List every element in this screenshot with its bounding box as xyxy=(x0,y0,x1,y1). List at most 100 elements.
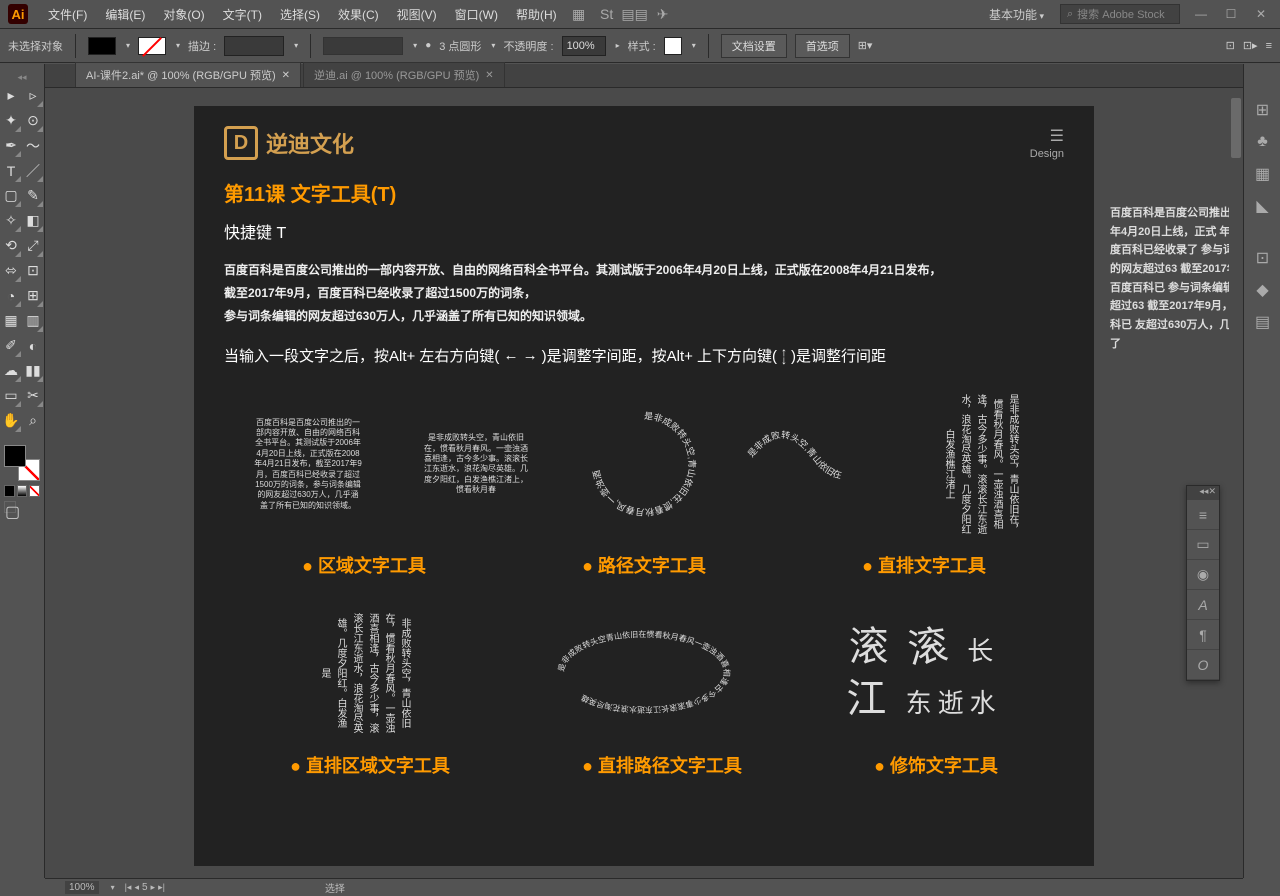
stroke-weight-input[interactable] xyxy=(224,36,284,56)
character-panel-icon[interactable]: A xyxy=(1187,590,1219,620)
panel-collapse-icon[interactable]: ◂◂ xyxy=(1199,486,1208,500)
prev-artboard-button[interactable]: ◂ xyxy=(134,882,139,893)
eyedropper-tool[interactable]: ✐ xyxy=(0,333,22,358)
zoom-tool[interactable]: ⌕ xyxy=(22,408,44,433)
brushes-panel-icon[interactable]: ⊡ xyxy=(1244,242,1280,274)
next-artboard-button[interactable]: ▸ xyxy=(151,882,156,893)
paragraph-panel-icon[interactable]: ≡ xyxy=(1187,500,1219,530)
swatches-panel-icon[interactable]: ◣ xyxy=(1244,190,1280,222)
transform-icon[interactable]: ⊡ xyxy=(1226,39,1235,52)
free-transform-tool[interactable]: ⊡ xyxy=(22,258,44,283)
document-tab-active[interactable]: AI-课件2.ai* @ 100% (RGB/GPU 预览) ✕ xyxy=(75,62,301,87)
stock-search[interactable]: 搜索 Adobe Stock xyxy=(1060,4,1180,24)
brush-icon[interactable] xyxy=(323,37,403,55)
stock-icon[interactable]: St xyxy=(597,4,617,24)
gradient-tool[interactable]: ▥ xyxy=(22,308,44,333)
workspace-dropdown[interactable]: 基本功能 xyxy=(981,4,1052,25)
panel-close-icon[interactable]: ✕ xyxy=(1208,486,1216,500)
lasso-tool[interactable]: ⊙ xyxy=(22,108,44,133)
screen-mode-icon[interactable]: ▢ xyxy=(4,501,16,513)
artboard-tool[interactable]: ▭ xyxy=(0,383,22,408)
doc-setup-button[interactable]: 文档设置 xyxy=(721,34,787,58)
vertical-area-sample: 非成败转头空，青山依旧在，惯看秋月春风。一壶浊酒喜相逢，古今多少事，滚滚长江东逝… xyxy=(316,613,412,733)
pathfinder-panel-icon[interactable]: ◉ xyxy=(1187,560,1219,590)
paragraph2-panel-icon[interactable]: ¶ xyxy=(1187,620,1219,650)
paintbrush-tool[interactable]: ✎ xyxy=(22,183,44,208)
zoom-level[interactable]: 100% xyxy=(65,881,99,894)
direct-selection-tool[interactable]: ▹ xyxy=(22,83,44,108)
gpu-icon[interactable]: ✈ xyxy=(653,4,673,24)
menu-window[interactable]: 窗口(W) xyxy=(447,2,506,27)
menu-object[interactable]: 对象(O) xyxy=(155,2,212,27)
width-tool[interactable]: ⬄ xyxy=(0,258,22,283)
libraries-panel-icon[interactable]: ♣ xyxy=(1244,126,1280,158)
tip-text: 当输入一段文字之后，按Alt+ 左右方向键( ← → )是调整字间距，按Alt+… xyxy=(224,345,1064,366)
gradient-mode-icon[interactable] xyxy=(17,485,28,497)
artboard-number[interactable]: 5 xyxy=(142,882,148,893)
stroke-swatch[interactable] xyxy=(138,37,166,55)
menu-view[interactable]: 视图(V) xyxy=(389,2,445,27)
layers-panel-icon[interactable]: ▤ xyxy=(1244,306,1280,338)
pen-tool[interactable]: ✒ xyxy=(0,133,22,158)
minimize-button[interactable]: — xyxy=(1190,6,1212,22)
slice-tool[interactable]: ✂ xyxy=(22,383,44,408)
prefs-button[interactable]: 首选项 xyxy=(795,34,850,58)
scale-tool[interactable]: ⤢ xyxy=(22,233,44,258)
eraser-tool[interactable]: ◧ xyxy=(22,208,44,233)
properties-panel-icon[interactable]: ⊞ xyxy=(1244,94,1280,126)
fill-stroke-swatches[interactable] xyxy=(4,445,40,481)
align-icon[interactable]: ⊞▾ xyxy=(858,39,873,52)
rotate-tool[interactable]: ⟲ xyxy=(0,233,22,258)
selection-tool[interactable]: ▸ xyxy=(0,83,22,108)
symbol-sprayer-tool[interactable]: ☁ xyxy=(0,358,22,383)
floating-panel[interactable]: ◂◂✕ ≡ ▭ ◉ A ¶ O xyxy=(1186,485,1220,681)
perspective-tool[interactable]: ⊞ xyxy=(22,283,44,308)
label-touch-type: 修饰文字工具 xyxy=(874,752,998,778)
graph-tool[interactable]: ▮▮ xyxy=(22,358,44,383)
first-artboard-button[interactable]: |◂ xyxy=(125,882,132,893)
label-area-type: 区域文字工具 xyxy=(302,552,426,578)
menu-edit[interactable]: 编辑(E) xyxy=(97,2,153,27)
maximize-button[interactable]: ☐ xyxy=(1220,6,1242,22)
arrange-icon[interactable]: ▤▤ xyxy=(625,4,645,24)
close-button[interactable]: ✕ xyxy=(1250,6,1272,22)
bridge-icon[interactable]: ▦ xyxy=(569,4,589,24)
opacity-input[interactable] xyxy=(562,36,606,56)
vertical-scrollbar[interactable] xyxy=(1229,88,1243,878)
shaper-tool[interactable]: ✧ xyxy=(0,208,22,233)
shape-builder-tool[interactable]: ◔ xyxy=(0,283,22,308)
logo: D 逆迪文化 xyxy=(224,126,354,160)
brush-profile[interactable]: 3 点圆形 xyxy=(439,38,481,54)
app-icon: Ai xyxy=(8,4,28,24)
symbols-panel-icon[interactable]: ◆ xyxy=(1244,274,1280,306)
none-mode-icon[interactable] xyxy=(29,485,40,497)
opentype-panel-icon[interactable]: O xyxy=(1187,650,1219,680)
curvature-tool[interactable]: ～ xyxy=(22,133,44,158)
artboard[interactable]: D 逆迪文化 Design 第11课 文字工具(T) 快捷键 T 百度百科是百度… xyxy=(194,106,1094,866)
mesh-tool[interactable]: ▦ xyxy=(0,308,22,333)
panel-menu-icon[interactable]: ≡ xyxy=(1266,40,1272,52)
isolate-icon[interactable]: ⊡▸ xyxy=(1243,39,1258,52)
menu-file[interactable]: 文件(F) xyxy=(40,2,95,27)
align-panel-icon[interactable]: ▭ xyxy=(1187,530,1219,560)
menu-effect[interactable]: 效果(C) xyxy=(330,2,387,27)
magic-wand-tool[interactable]: ✦ xyxy=(0,108,22,133)
menu-help[interactable]: 帮助(H) xyxy=(508,2,565,27)
menu-type[interactable]: 文字(T) xyxy=(215,2,270,27)
color-mode-icon[interactable] xyxy=(4,485,15,497)
tab-close-icon[interactable]: ✕ xyxy=(282,70,290,81)
hand-tool[interactable]: ✋ xyxy=(0,408,22,433)
blend-tool[interactable]: ◐ xyxy=(22,333,44,358)
line-tool[interactable]: ／ xyxy=(22,158,44,183)
document-tab-inactive[interactable]: 逆迪.ai @ 100% (RGB/GPU 预览) ✕ xyxy=(303,62,505,87)
tab-close-icon[interactable]: ✕ xyxy=(485,70,493,81)
type-tool[interactable]: T xyxy=(0,158,22,183)
current-tool-hint: 选择 xyxy=(325,880,345,895)
fill-swatch[interactable] xyxy=(88,37,116,55)
color-panel-icon[interactable]: ▦ xyxy=(1244,158,1280,190)
menu-select[interactable]: 选择(S) xyxy=(272,2,328,27)
style-swatch[interactable] xyxy=(664,37,682,55)
shortcut-text: 快捷键 T xyxy=(224,219,1064,243)
last-artboard-button[interactable]: ▸| xyxy=(158,882,165,893)
rectangle-tool[interactable]: ▢ xyxy=(0,183,22,208)
